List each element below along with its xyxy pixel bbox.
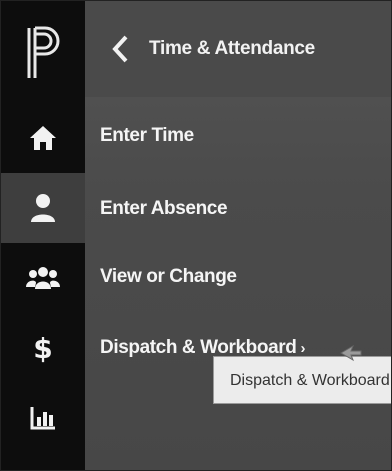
menu-item-enter-absence[interactable]: Enter Absence: [100, 198, 228, 220]
user-icon[interactable]: [1, 173, 85, 243]
group-icon[interactable]: [1, 243, 85, 313]
chevron-left-icon: [112, 35, 128, 63]
page-title: Time & Attendance: [149, 38, 315, 59]
menu-item-enter-time[interactable]: Enter Time: [100, 125, 194, 147]
icon-rail: $: [1, 1, 85, 470]
tooltip: Dispatch & Workboard: [213, 356, 391, 404]
menu-item-view-or-change[interactable]: View or Change: [100, 266, 237, 288]
back-button[interactable]: [103, 31, 137, 67]
panel-header: Time & Attendance: [85, 1, 391, 97]
home-icon[interactable]: [1, 103, 85, 173]
menu-item-label: Dispatch & Workboard: [100, 337, 297, 358]
chart-icon[interactable]: [1, 383, 85, 453]
dollar-icon[interactable]: $: [1, 313, 85, 383]
logo-icon[interactable]: [1, 15, 85, 91]
app-frame: $ Time & Attendance Enter Time Enter Abs…: [0, 0, 392, 471]
chevron-right-icon: ›: [300, 340, 306, 357]
cursor-icon: [339, 344, 363, 367]
